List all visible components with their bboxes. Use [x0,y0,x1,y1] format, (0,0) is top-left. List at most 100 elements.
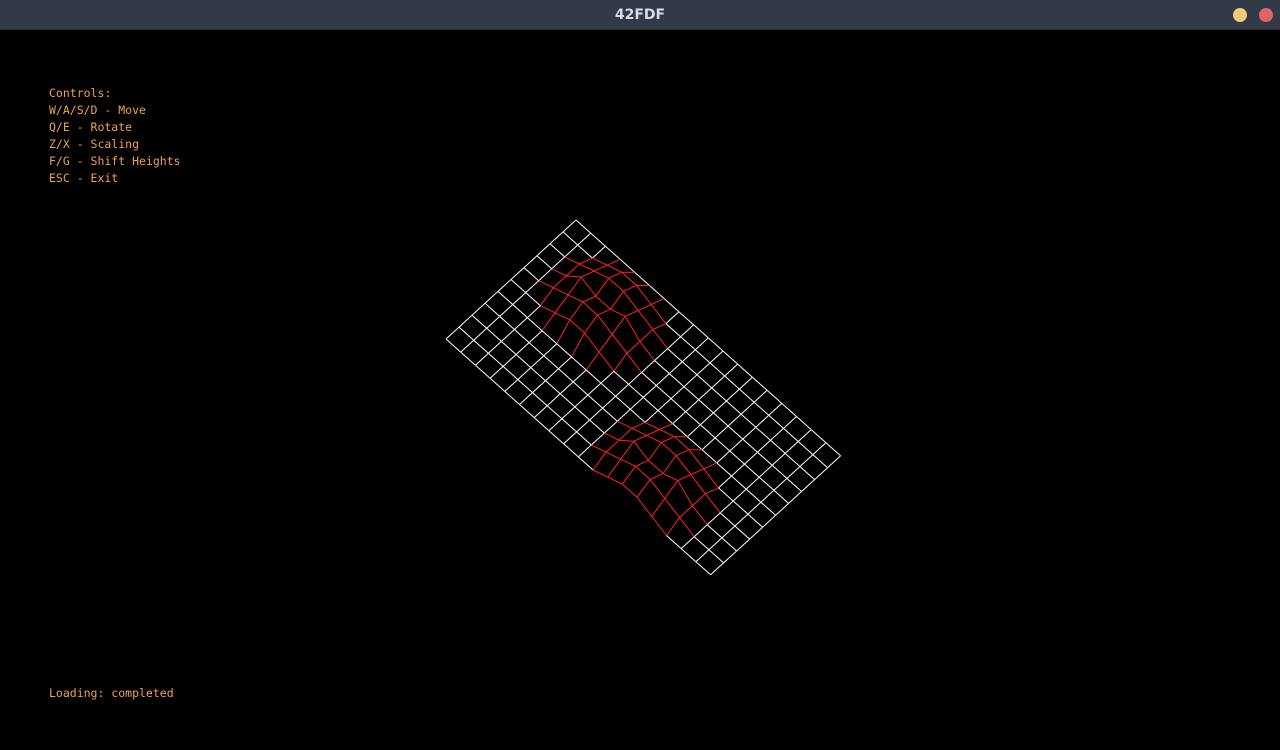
flat-edge [473,327,488,341]
raised-edge [579,263,595,272]
flat-edge [642,385,657,398]
flat-edge [665,323,681,338]
raised-edge [675,455,692,476]
flat-edge [628,372,642,385]
flat-edge [700,412,714,426]
flat-edge [694,337,709,351]
flat-edge [683,386,700,401]
flat-edge [781,403,797,417]
raised-edge [637,304,652,311]
flat-edge [519,392,533,405]
flat-edge [603,420,618,434]
flat-edge [771,453,786,466]
flat-edge [556,343,572,358]
raised-edge [648,460,664,474]
title-bar[interactable]: 42FDF [0,0,1280,30]
flat-edge [602,395,616,409]
flat-edge [716,450,731,464]
flat-edge [771,464,788,479]
flat-edge [827,455,841,469]
flat-edge [810,429,827,444]
flat-edge [543,343,558,357]
flat-edge [760,501,776,516]
flat-edge [685,399,700,413]
flat-edge [663,298,680,313]
raised-edge [690,474,706,495]
minimize-button[interactable] [1233,8,1247,22]
flat-edge [758,476,775,491]
flat-edge [654,348,668,361]
flat-edge [718,487,734,502]
flat-edge [536,243,551,257]
flat-edge [731,475,747,490]
raised-edge [591,444,607,453]
flat-edge [708,549,724,564]
flat-edge [753,401,770,416]
flat-edge [727,413,742,427]
flat-edge [680,548,697,563]
raised-edge [597,314,613,335]
raised-edge [605,439,620,453]
flat-edge [628,383,644,398]
flat-edge [681,361,698,376]
raised-edge [664,498,680,518]
raised-edge [633,440,649,461]
control-move: W/A/S/D - Move [49,103,146,117]
raised-edge [541,312,556,331]
flat-edge [742,426,757,440]
flat-edge [497,291,514,305]
flat-edge [729,438,744,452]
raised-edge [606,264,623,273]
flat-edge [549,243,566,258]
flat-edge [510,279,527,293]
raised-edge [554,312,571,321]
flat-edge [501,329,515,342]
flat-edge [561,418,577,433]
flat-edge [590,432,605,446]
flat-edge [642,397,659,411]
flat-edge [668,361,683,374]
raised-edge [620,458,636,467]
flat-edge [475,352,489,366]
render-canvas[interactable]: Controls: W/A/S/D - Move Q/E - Rotate Z/… [0,30,1280,750]
flat-edge [558,368,574,383]
raised-edge [651,498,666,517]
flat-edge [812,442,827,455]
close-button[interactable] [1259,8,1273,22]
flat-edge [488,341,502,354]
flat-edge [530,355,545,368]
raised-edge [692,493,706,507]
raised-edge [556,319,571,345]
flat-edge [749,526,763,540]
flat-edge [458,326,475,341]
flat-edge [667,336,681,349]
flat-edge [701,437,716,451]
flat-edge [693,524,708,538]
control-shift-heights: F/G - Shift Heights [49,154,181,168]
flat-edge [502,354,517,367]
raised-edge [607,476,623,485]
flat-edge [707,337,724,352]
flat-edge [718,475,732,489]
flat-edge [734,513,749,527]
flat-edge [576,431,592,446]
flat-edge [680,336,696,351]
flat-edge [745,476,760,490]
flat-edge [574,406,590,421]
flat-edge [538,268,553,282]
flat-edge [687,424,701,438]
flat-edge [727,425,744,440]
flat-edge [629,408,646,423]
raised-edge [646,429,660,436]
raised-edge [703,462,718,470]
flat-edge [572,381,589,396]
flat-edge [768,414,784,429]
raised-edge [592,257,608,266]
flat-edge [680,536,695,549]
raised-edge [618,439,634,442]
raised-edge [639,341,655,361]
flat-edge [655,385,672,399]
flat-edge [514,329,530,343]
flat-edge [670,398,687,413]
raised-edge [635,465,651,480]
